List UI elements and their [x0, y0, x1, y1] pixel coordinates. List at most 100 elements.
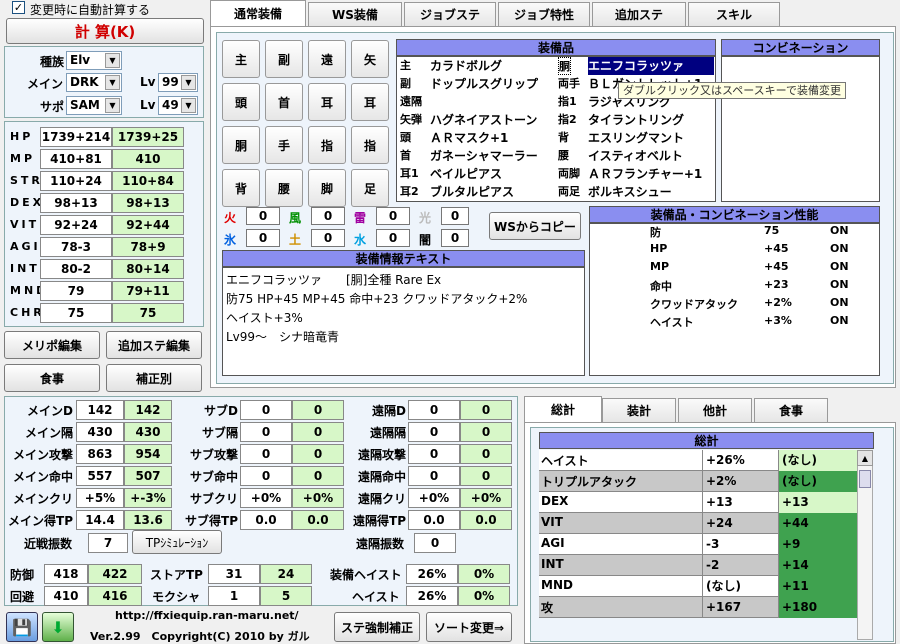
tab-ws-equip[interactable]: WS装備 — [308, 2, 402, 26]
combination-header: コンビネーション — [721, 39, 880, 56]
correction-button[interactable]: 補正別 — [106, 364, 202, 392]
equip-item[interactable]: ＡＲマスク+1 — [430, 129, 554, 147]
equip-slot-button[interactable]: 頭 — [222, 83, 260, 121]
sum-tab-other[interactable]: 他計 — [678, 398, 752, 422]
battle-value-b: 142 — [124, 400, 172, 420]
sub-job-select[interactable]: SAM ▼ — [66, 96, 122, 115]
haste-value-a: 26% — [406, 586, 458, 606]
calc-button[interactable]: 計 算(K) — [6, 18, 204, 44]
load-icon[interactable]: ⬇ — [42, 612, 74, 642]
battle-label: 遠隔D — [372, 404, 406, 418]
equip-item[interactable]: エニフコラッツァ — [588, 57, 714, 75]
equip-slot-button[interactable]: 耳 — [308, 83, 346, 121]
tp-sim-button[interactable]: TPｼﾐｭﾚｰｼｮﾝ — [132, 530, 222, 554]
merit-edit-button[interactable]: メリポ編集 — [4, 331, 100, 359]
battle-value-b: 0 — [460, 444, 512, 464]
equip-item[interactable]: ベイルピアス — [430, 165, 554, 183]
evasion-value-a: 410 — [44, 586, 88, 606]
defense-value-a: 418 — [44, 564, 88, 584]
battle-value-b: 507 — [124, 466, 172, 486]
equip-slot-button[interactable]: 遠 — [308, 40, 346, 78]
battle-label: サブ攻撃 — [189, 448, 238, 462]
stat-base-value: 78-3 — [40, 237, 112, 257]
battle-value-a: 0 — [408, 422, 460, 442]
equip-slot-label: 胴 — [558, 57, 571, 75]
equip-item[interactable]: ＡＲフランチャー+1 — [588, 165, 714, 183]
equip-slot-button[interactable]: 矢 — [351, 40, 389, 78]
equip-item[interactable]: ブルタルピアス — [430, 183, 554, 201]
version-text: Ver.2.99 Copyright(C) 2010 by ガル — [90, 630, 310, 643]
battle-label: サブD — [204, 404, 238, 418]
equip-item[interactable]: ボルキスシュー — [588, 183, 714, 201]
sum-value-a: +26% — [702, 450, 778, 471]
equip-slot-button[interactable]: 指 — [351, 126, 389, 164]
chevron-down-icon: ▼ — [181, 75, 196, 90]
extra-stat-edit-button[interactable]: 追加ステ編集 — [106, 331, 202, 359]
stat-label: AGI — [10, 240, 41, 253]
site-url: http://ffxiequip.ran-maru.net/ — [115, 609, 299, 622]
equip-slot-button[interactable]: 耳 — [351, 83, 389, 121]
equip-slot-button[interactable]: 脚 — [308, 169, 346, 207]
perf-flag: ON — [830, 278, 849, 291]
equip-item[interactable]: タイラントリング — [588, 111, 714, 129]
sum-value-b: (なし) — [778, 450, 857, 471]
stat-base-value: 1739+214 — [40, 127, 112, 147]
equip-item[interactable]: イスティオベルト — [588, 147, 714, 165]
scroll-up-icon[interactable]: ▲ — [857, 450, 873, 466]
save-icon[interactable]: 💾 — [6, 612, 38, 642]
sum-tab-food[interactable]: 食事 — [754, 398, 828, 422]
equip-slot-button[interactable]: 背 — [222, 169, 260, 207]
equip-slot-button[interactable]: 腰 — [265, 169, 303, 207]
stat-total-value: 92+44 — [112, 215, 184, 235]
tab-normal-equip[interactable]: 通常装備 — [210, 0, 306, 26]
equip-slot-label: 腰 — [558, 149, 569, 162]
sort-change-button[interactable]: ソート変更⇒ — [426, 612, 512, 642]
copy-from-ws-button[interactable]: WSからコピー — [489, 212, 581, 240]
tab-job-stats[interactable]: ジョブステ — [404, 2, 496, 26]
sum-tab-total[interactable]: 総計 — [524, 396, 602, 422]
tab-extra-stats[interactable]: 追加ステ — [592, 2, 686, 26]
battle-value-a: 0 — [408, 444, 460, 464]
equip-slot-button[interactable]: 首 — [265, 83, 303, 121]
battle-value-b: 430 — [124, 422, 172, 442]
stat-total-value: 110+84 — [112, 171, 184, 191]
sum-value-b: +11 — [778, 576, 857, 597]
mokusha-value-a: 1 — [208, 586, 260, 606]
equip-slot-button[interactable]: 指 — [308, 126, 346, 164]
scroll-thumb[interactable] — [859, 470, 871, 488]
sub-lv-select[interactable]: 49 ▼ — [158, 96, 198, 115]
tab-job-traits[interactable]: ジョブ特性 — [498, 2, 590, 26]
equip-item[interactable]: カラドボルグ — [430, 57, 554, 75]
equip-item[interactable] — [430, 93, 554, 111]
battle-label: メイン攻撃 — [12, 448, 73, 462]
haste-label: ヘイスト — [352, 590, 400, 604]
mokusha-label: モクシャ — [152, 590, 201, 604]
equip-slot-button[interactable]: 副 — [265, 40, 303, 78]
main-job-select[interactable]: DRK ▼ — [66, 73, 122, 92]
main-lv-select[interactable]: 99 ▼ — [158, 73, 198, 92]
equip-slot-label: 両足 — [558, 185, 580, 198]
force-correction-button[interactable]: ステ強制補正 — [334, 612, 420, 642]
race-select[interactable]: Elv ▼ — [66, 51, 122, 70]
equip-slot-button[interactable]: 胴 — [222, 126, 260, 164]
battle-value-a: +0% — [408, 488, 460, 508]
auto-calc-checkbox[interactable]: ✓ — [12, 1, 25, 14]
equip-slot-label: 副 — [400, 77, 411, 90]
equip-item[interactable]: エスリングマント — [588, 129, 714, 147]
equip-slot-button[interactable]: 手 — [265, 126, 303, 164]
battle-label: 遠隔隔 — [369, 426, 406, 440]
main-lv-value: 99 — [162, 75, 179, 89]
battle-value-a: 142 — [76, 400, 124, 420]
equip-slot-button[interactable]: 足 — [351, 169, 389, 207]
perf-name: MP — [650, 260, 670, 273]
equip-item[interactable]: ハグネイアストーン — [430, 111, 554, 129]
food-button[interactable]: 食事 — [4, 364, 100, 392]
battle-label: サブ命中 — [189, 470, 238, 484]
combination-list[interactable] — [721, 56, 880, 202]
equip-item[interactable]: ドップルスグリップ — [430, 75, 554, 93]
battle-label: メイン命中 — [12, 470, 73, 484]
tab-skills[interactable]: スキル — [688, 2, 780, 26]
sum-tab-equip[interactable]: 装計 — [602, 398, 676, 422]
equip-item[interactable]: ガネーシャマーラー — [430, 147, 554, 165]
equip-slot-button[interactable]: 主 — [222, 40, 260, 78]
